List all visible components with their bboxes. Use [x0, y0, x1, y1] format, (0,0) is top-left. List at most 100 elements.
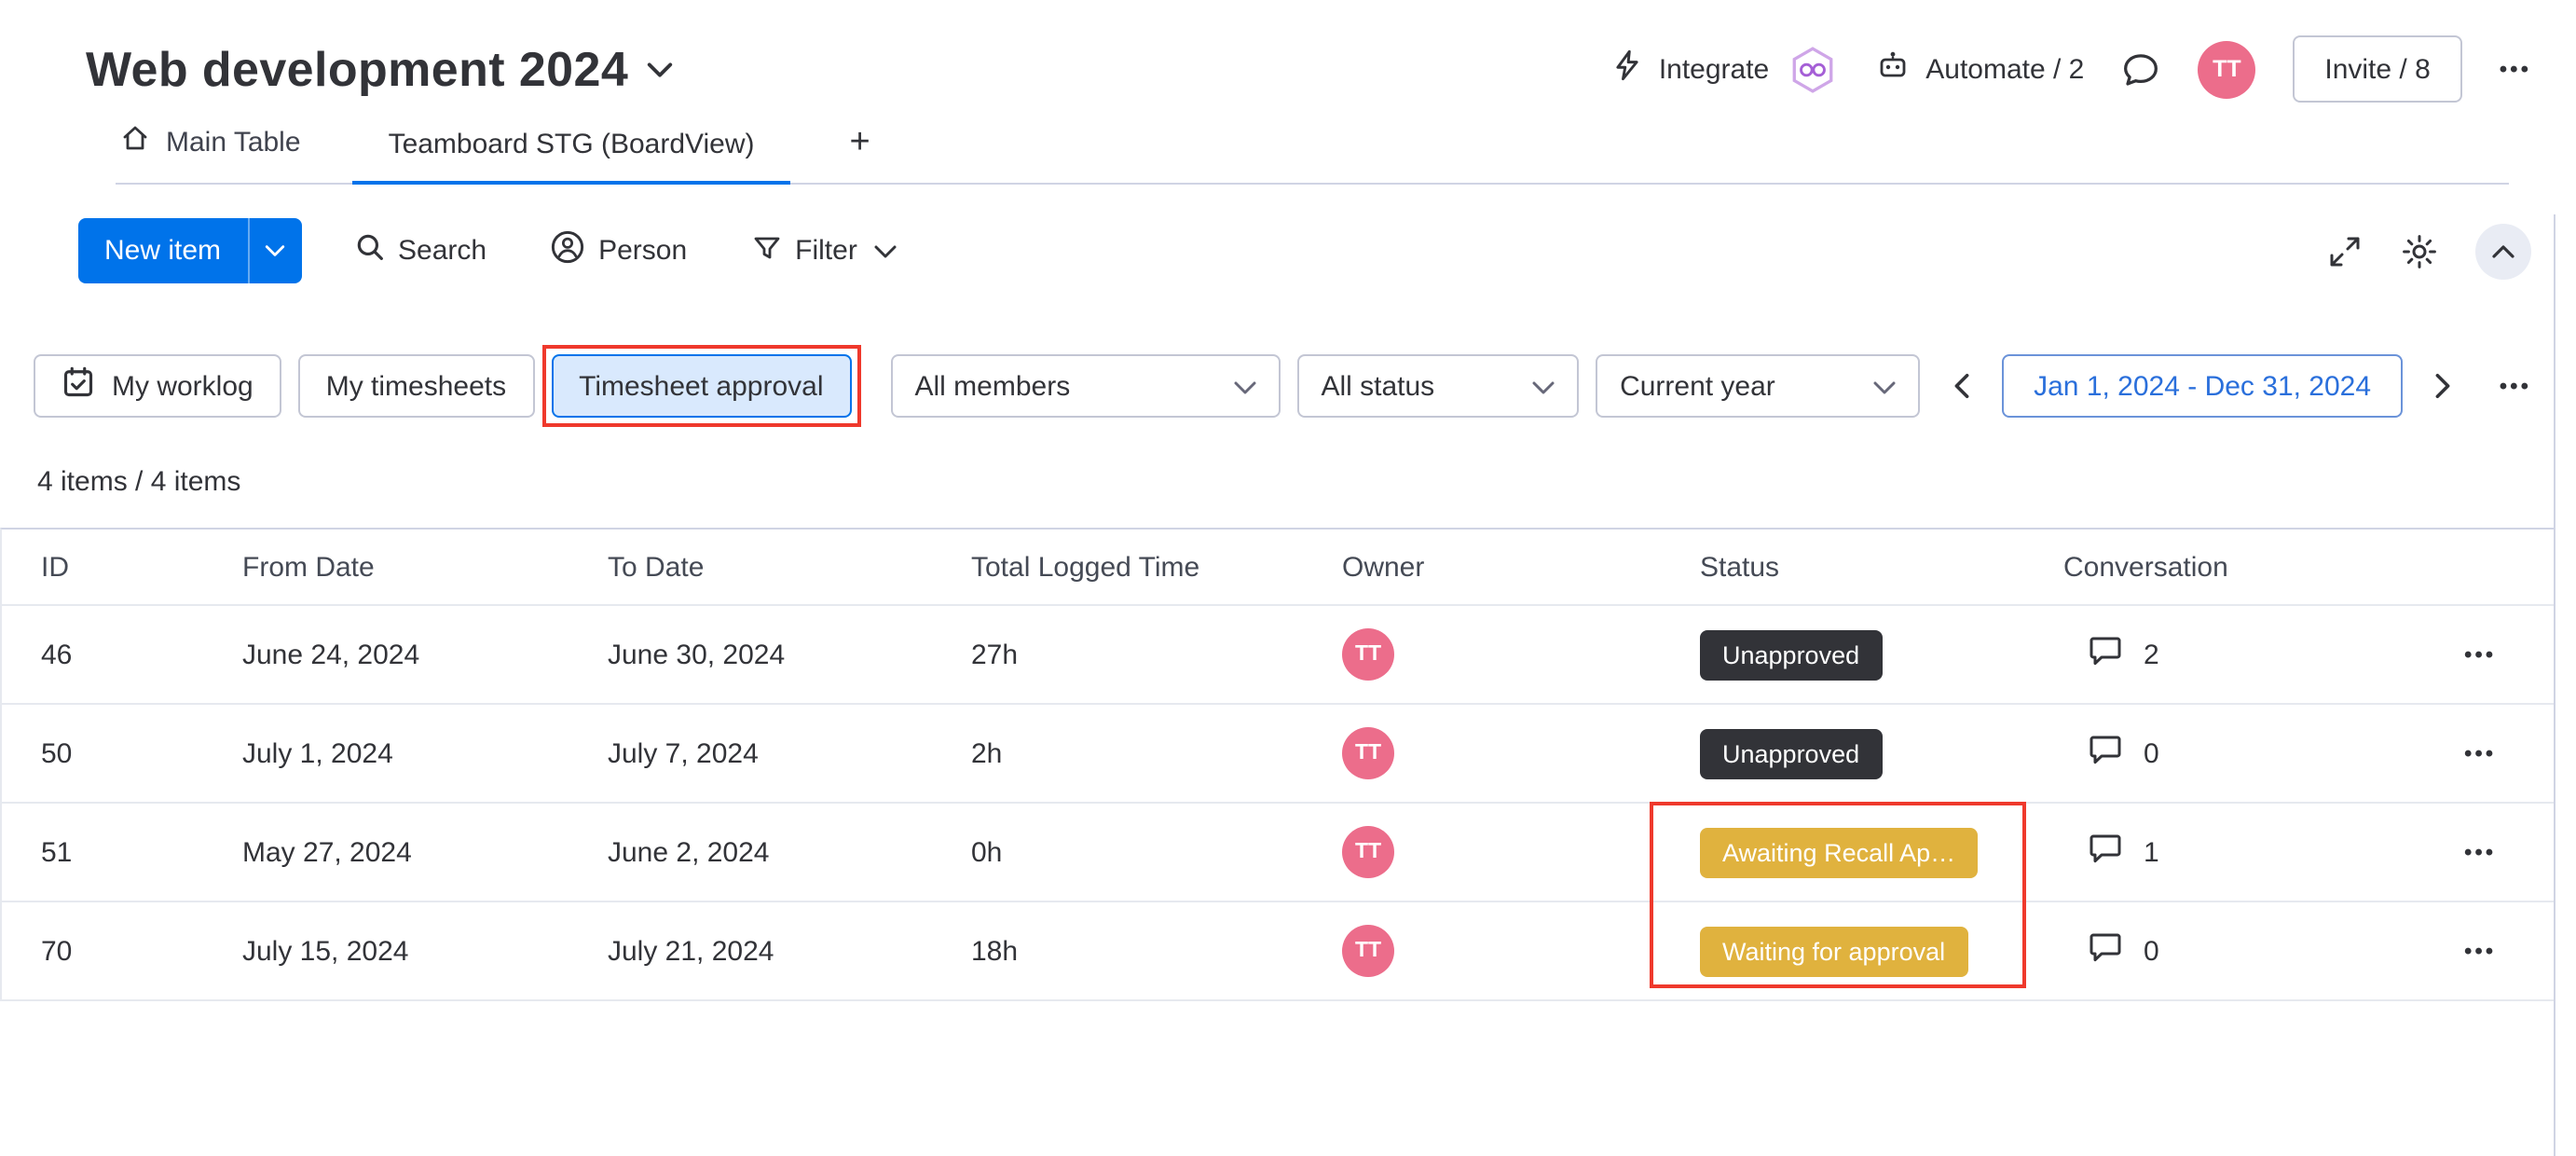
row-more-menu[interactable]: ••• — [2464, 740, 2496, 766]
cell-id[interactable]: 50 — [41, 737, 242, 769]
cell-to-date[interactable]: June 30, 2024 — [608, 639, 971, 670]
speech-bubble-icon — [2086, 929, 2125, 973]
cell-total-logged-time[interactable]: 2h — [971, 737, 1342, 769]
status-dropdown-value: All status — [1321, 370, 1435, 402]
conversation-cell[interactable]: 0 — [2063, 731, 2442, 776]
owner-avatar[interactable]: TT — [1342, 826, 1394, 878]
owner-avatar[interactable]: TT — [1342, 628, 1394, 681]
new-item-button[interactable]: New item — [78, 218, 302, 283]
integrate-icon — [1610, 48, 1644, 89]
filter-label: Filter — [795, 235, 857, 267]
row-more-menu[interactable]: ••• — [2464, 641, 2496, 667]
status-badge[interactable]: Unapproved — [1700, 728, 1883, 778]
column-header-from-date[interactable]: From Date — [242, 551, 608, 583]
conversation-cell[interactable]: 2 — [2063, 632, 2442, 677]
cell-total-logged-time[interactable]: 0h — [971, 836, 1342, 868]
integrations-hexagon-icon — [1788, 44, 1838, 94]
my-timesheets-button[interactable]: My timesheets — [297, 354, 535, 418]
chat-icon[interactable] — [2121, 49, 2160, 89]
cell-from-date[interactable]: July 15, 2024 — [242, 935, 608, 967]
cell-to-date[interactable]: June 2, 2024 — [608, 836, 971, 868]
chevron-down-icon[interactable] — [647, 61, 673, 77]
status-badge[interactable]: Unapproved — [1700, 629, 1883, 680]
conversation-count: 2 — [2144, 639, 2159, 670]
tabs-bar: Main Table Teamboard STG (BoardView) + — [116, 123, 2509, 185]
page-title[interactable]: Web development 2024 — [86, 40, 628, 98]
conversation-count: 0 — [2144, 737, 2159, 769]
cell-id[interactable]: 70 — [41, 935, 242, 967]
filter-more-menu[interactable]: ••• — [2500, 373, 2531, 399]
chevron-down-icon — [1532, 370, 1555, 402]
date-range-button[interactable]: Jan 1, 2024 - Dec 31, 2024 — [2002, 354, 2404, 418]
automate-label: Automate / 2 — [1925, 53, 2085, 85]
chevron-down-icon — [874, 243, 897, 258]
conversation-cell[interactable]: 0 — [2063, 929, 2442, 973]
speech-bubble-icon — [2086, 830, 2125, 874]
search-icon — [353, 231, 385, 270]
row-more-menu[interactable]: ••• — [2464, 938, 2496, 964]
gear-icon[interactable] — [2401, 232, 2438, 269]
chevron-down-icon — [1233, 370, 1255, 402]
person-filter-button[interactable]: Person — [550, 229, 687, 272]
cell-from-date[interactable]: June 24, 2024 — [242, 639, 608, 670]
header-more-menu[interactable]: ••• — [2500, 56, 2531, 82]
my-worklog-button[interactable]: My worklog — [34, 354, 281, 418]
avatar[interactable]: TT — [2198, 40, 2256, 98]
cell-from-date[interactable]: May 27, 2024 — [242, 836, 608, 868]
cell-id[interactable]: 51 — [41, 836, 242, 868]
automate-button[interactable]: Automate / 2 — [1875, 48, 2084, 89]
column-header-owner[interactable]: Owner — [1342, 551, 1700, 583]
table-row: 51 May 27, 2024 June 2, 2024 0h TT Await… — [2, 804, 2555, 902]
owner-avatar[interactable]: TT — [1342, 925, 1394, 977]
owner-avatar[interactable]: TT — [1342, 727, 1394, 779]
speech-bubble-icon — [2086, 632, 2125, 677]
conversation-count: 1 — [2144, 836, 2159, 868]
my-timesheets-label: My timesheets — [325, 370, 507, 402]
cell-total-logged-time[interactable]: 18h — [971, 935, 1342, 967]
header-actions: Integrate Automate / 2 TT Invite / 8 ••• — [1610, 35, 2531, 103]
members-dropdown[interactable]: All members — [890, 354, 1281, 418]
cell-from-date[interactable]: July 1, 2024 — [242, 737, 608, 769]
add-tab-button[interactable]: + — [839, 123, 882, 183]
cell-to-date[interactable]: July 7, 2024 — [608, 737, 971, 769]
chevron-right-icon[interactable] — [2419, 373, 2468, 399]
cell-total-logged-time[interactable]: 27h — [971, 639, 1342, 670]
search-button[interactable]: Search — [353, 231, 486, 270]
column-header-total-logged-time[interactable]: Total Logged Time — [971, 551, 1342, 583]
right-divider — [2554, 214, 2555, 1156]
integrate-button[interactable]: Integrate — [1610, 44, 1838, 94]
board-toolbar: New item Search Person Filter — [78, 218, 2531, 283]
person-icon — [550, 229, 585, 272]
toolbar-right — [2326, 223, 2531, 279]
row-more-menu[interactable]: ••• — [2464, 839, 2496, 865]
period-dropdown[interactable]: Current year — [1596, 354, 1921, 418]
timesheet-table: ID From Date To Date Total Logged Time O… — [0, 528, 2555, 1001]
new-item-label[interactable]: New item — [78, 218, 247, 283]
column-header-conversation[interactable]: Conversation — [2063, 551, 2442, 583]
cell-to-date[interactable]: July 21, 2024 — [608, 935, 971, 967]
timesheet-approval-button[interactable]: Timesheet approval — [541, 345, 861, 427]
status-badge[interactable]: Awaiting Recall Ap… — [1700, 827, 1979, 877]
board-header: Web development 2024 Integrate Automate … — [0, 0, 2576, 185]
filter-bar: My worklog My timesheets Timesheet appro… — [34, 345, 2531, 427]
collapse-toolbar-button[interactable] — [2475, 223, 2531, 279]
table-row: 70 July 15, 2024 July 21, 2024 18h TT Wa… — [2, 902, 2555, 1001]
chevron-down-icon — [1873, 370, 1896, 402]
tab-teamboard-stg[interactable]: Teamboard STG (BoardView) — [352, 129, 791, 185]
column-header-id[interactable]: ID — [41, 551, 242, 583]
column-header-status[interactable]: Status — [1700, 551, 2063, 583]
tab-teamboard-label: Teamboard STG (BoardView) — [388, 129, 755, 160]
column-header-to-date[interactable]: To Date — [608, 551, 971, 583]
status-badge[interactable]: Waiting for approval — [1700, 926, 1968, 976]
chevron-left-icon[interactable] — [1937, 373, 1985, 399]
cell-id[interactable]: 46 — [41, 639, 242, 670]
board-page: Web development 2024 Integrate Automate … — [0, 0, 2576, 1156]
conversation-cell[interactable]: 1 — [2063, 830, 2442, 874]
tab-main-table[interactable]: Main Table — [116, 123, 305, 183]
invite-button[interactable]: Invite / 8 — [2293, 35, 2462, 103]
status-dropdown[interactable]: All status — [1296, 354, 1580, 418]
new-item-dropdown[interactable] — [247, 218, 301, 283]
title-row: Web development 2024 Integrate Automate … — [86, 35, 2531, 103]
filter-button[interactable]: Filter — [750, 232, 897, 269]
fullscreen-icon[interactable] — [2326, 232, 2364, 269]
